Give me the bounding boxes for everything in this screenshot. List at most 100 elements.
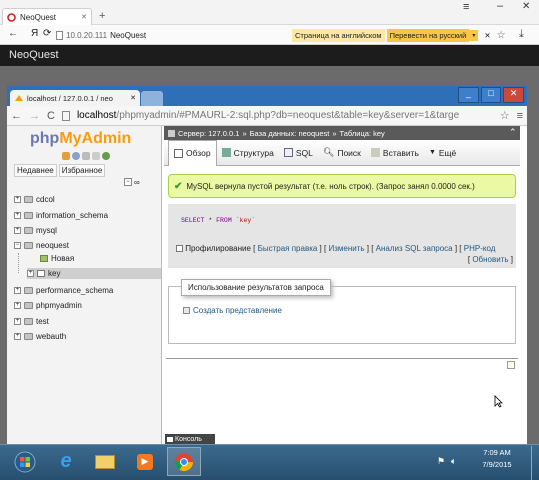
chevron-down-icon: ▼ <box>428 149 436 156</box>
recent-favorites-tabs: Недавнее Избранное <box>14 164 106 177</box>
expand-icon[interactable]: + <box>14 227 21 234</box>
outer-reload-icon[interactable]: ⟳ <box>43 28 51 39</box>
media-player-taskbar-button[interactable]: ▶ <box>128 447 162 476</box>
docs-icon[interactable] <box>92 152 100 160</box>
db-name: test <box>36 317 49 326</box>
inner-menu-icon[interactable]: ≡ <box>517 110 523 122</box>
expand-icon[interactable]: + <box>14 333 21 340</box>
breadcrumb-server[interactable]: Сервер: 127.0.0.1 <box>178 129 239 138</box>
db-item-cdcol[interactable]: + cdcol <box>14 195 55 204</box>
db-item-information-schema[interactable]: + information_schema <box>14 211 108 220</box>
settings-icon[interactable] <box>102 152 110 160</box>
inner-close-button[interactable]: ✕ <box>503 87 525 103</box>
database-icon <box>24 318 33 325</box>
download-icon[interactable]: ⤓ <box>519 28 524 41</box>
php-code-link[interactable]: PHP-код <box>464 244 496 253</box>
breadcrumb-table[interactable]: Таблица: key <box>340 129 385 138</box>
sql-table: `key` <box>235 217 256 224</box>
table-item-new[interactable]: Новая <box>40 254 74 263</box>
translate-bar: Страница на английском Перевести на русс… <box>292 28 510 42</box>
view-icon <box>183 307 190 314</box>
table-item-key[interactable]: + key <box>27 268 161 279</box>
inner-tab-phpmyadmin[interactable]: localhost / 127.0.0.1 / neo ✕ <box>10 90 140 106</box>
start-button[interactable] <box>8 447 42 476</box>
db-item-webauth[interactable]: + webauth <box>14 332 66 341</box>
page-scroll-icon[interactable] <box>507 361 515 369</box>
outer-menu-icon[interactable]: ≡ <box>463 1 469 13</box>
help-icon[interactable] <box>82 152 90 160</box>
tab-recent[interactable]: Недавнее <box>14 164 57 177</box>
inner-minimize-button[interactable]: _ <box>458 87 479 103</box>
inner-reload-button[interactable]: C <box>47 110 55 122</box>
inner-tab-close-icon[interactable]: ✕ <box>130 94 136 102</box>
inner-new-tab-button[interactable] <box>141 91 163 106</box>
tab-browse[interactable]: Обзор <box>168 139 217 166</box>
success-message: ✔ MySQL вернула пустой результат (т.е. н… <box>168 174 516 198</box>
yandex-button[interactable]: Я <box>31 28 38 39</box>
tab-search[interactable]: 🔍︎ Поиск <box>318 140 366 166</box>
expand-icon[interactable]: + <box>27 270 34 277</box>
db-item-mysql[interactable]: + mysql <box>14 226 57 235</box>
collapse-all-icon[interactable]: − <box>124 178 132 186</box>
translate-dropdown-icon[interactable]: ▾ <box>469 29 479 41</box>
expand-icon[interactable]: + <box>14 196 21 203</box>
chrome-taskbar-button[interactable] <box>167 447 201 476</box>
explorer-taskbar-button[interactable] <box>88 447 122 476</box>
breadcrumb-database[interactable]: База данных: neoquest <box>250 129 330 138</box>
volume-tray-icon[interactable]: 🔈︎ <box>451 456 456 467</box>
outer-tab-neoquest[interactable]: NeoQuest ✕ <box>2 8 92 25</box>
link-icon[interactable]: ∞ <box>134 178 140 187</box>
expand-icon[interactable]: + <box>14 318 21 325</box>
breadcrumb-collapse-icon[interactable]: ⌃ <box>509 127 517 138</box>
refresh-link[interactable]: Обновить <box>472 255 508 264</box>
logout-icon[interactable] <box>72 152 80 160</box>
translate-close-icon[interactable]: ✕ <box>484 31 490 40</box>
phpmyadmin-logo[interactable]: phpMyAdmin <box>30 130 131 148</box>
close-tab-icon[interactable]: ✕ <box>81 13 87 21</box>
expand-icon[interactable]: + <box>14 302 21 309</box>
outer-url-field[interactable]: 10.0.20.111 NeoQuest <box>56 28 286 42</box>
show-desktop-button[interactable] <box>531 446 539 480</box>
table-menu: Обзор Структура SQL 🔍︎ Поиск Вставить ▼ Ещ… <box>164 139 520 166</box>
tab-sql[interactable]: SQL <box>279 140 318 166</box>
tab-insert[interactable]: Вставить <box>366 140 424 166</box>
tab-structure[interactable]: Структура <box>217 140 279 166</box>
inner-address-bar: ← → C localhost/phpmyadmin/#PMAURL-2:sql… <box>7 106 527 126</box>
inner-star-icon[interactable]: ☆ <box>500 109 510 122</box>
db-name: information_schema <box>36 211 109 220</box>
create-view-link[interactable]: Создать представление <box>183 306 282 315</box>
tab-sql-label: SQL <box>295 147 313 158</box>
expand-icon[interactable]: + <box>14 212 21 219</box>
translate-button[interactable]: Перевести на русский <box>386 28 470 42</box>
console-toggle[interactable]: Консоль <box>165 434 215 444</box>
expand-icon[interactable]: + <box>14 287 21 294</box>
db-item-phpmyadmin[interactable]: + phpmyadmin <box>14 301 82 310</box>
tab-more[interactable]: ▼ Ещё <box>424 140 461 166</box>
bookmark-star-icon[interactable]: ☆ <box>497 30 506 41</box>
db-item-performance-schema[interactable]: + performance_schema <box>14 286 113 295</box>
system-clock[interactable]: 7:09 AM 7/9/2015 <box>468 447 526 471</box>
sql-star: * <box>208 217 213 224</box>
inner-url-field[interactable]: localhost/phpmyadmin/#PMAURL-2:sql.php?d… <box>77 110 493 121</box>
database-icon <box>24 212 33 219</box>
db-item-neoquest[interactable]: − neoquest <box>14 241 69 250</box>
outer-url-host: 10.0.20.111 <box>66 30 108 40</box>
collapse-icon[interactable]: − <box>14 242 21 249</box>
db-item-test[interactable]: + test <box>14 317 49 326</box>
flag-tray-icon[interactable]: ⚑ <box>437 456 445 467</box>
outer-close-button[interactable]: ✕ <box>522 1 530 12</box>
edit-link[interactable]: Изменить <box>328 244 364 253</box>
new-tab-button[interactable]: + <box>99 10 105 22</box>
inner-maximize-button[interactable]: □ <box>480 87 502 103</box>
page-doc-icon <box>61 110 70 121</box>
tab-favorites[interactable]: Избранное <box>58 164 106 177</box>
inner-forward-button[interactable]: → <box>29 110 40 122</box>
outer-back-button[interactable]: ← <box>8 28 18 39</box>
quick-edit-link[interactable]: Быстрая правка <box>258 244 318 253</box>
ie-taskbar-button[interactable]: e <box>49 447 83 476</box>
home-icon[interactable] <box>62 152 70 160</box>
explain-sql-link[interactable]: Анализ SQL запроса <box>376 244 453 253</box>
profiling-checkbox[interactable] <box>176 245 183 253</box>
inner-back-button[interactable]: ← <box>11 110 22 122</box>
outer-minimize-button[interactable]: – <box>497 0 503 12</box>
